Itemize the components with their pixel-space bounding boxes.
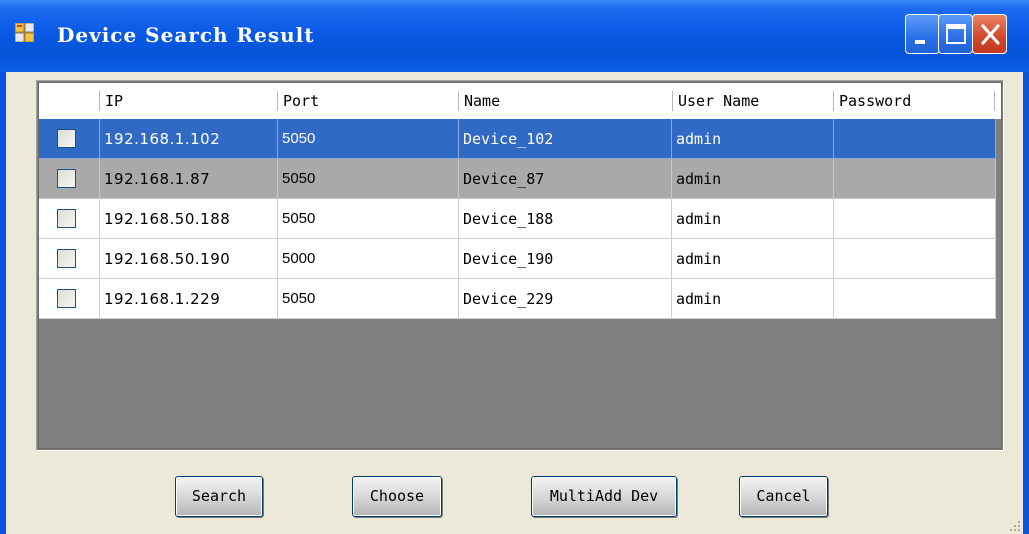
row-checkbox[interactable] xyxy=(57,249,76,268)
row-check-cell xyxy=(39,159,100,199)
name-cell: Device_87 xyxy=(459,159,672,199)
ip-cell: 192.168.1.102 xyxy=(100,119,278,159)
maximize-icon xyxy=(946,24,966,44)
row-checkbox[interactable] xyxy=(57,129,76,148)
column-header-user-name[interactable]: User Name xyxy=(672,83,832,119)
column-header-port[interactable]: Port xyxy=(277,83,458,119)
port-cell: 5050 xyxy=(278,199,459,239)
table-row[interactable]: 192.168.1.229 5050 Device_229 admin xyxy=(39,279,1001,319)
password-cell[interactable] xyxy=(834,199,996,239)
resize-grip-icon[interactable] xyxy=(1007,518,1021,532)
row-check-cell xyxy=(39,119,100,159)
choose-button[interactable]: Choose xyxy=(352,476,442,517)
minimize-button[interactable] xyxy=(905,14,940,54)
multiadd-dev-button[interactable]: MultiAdd Dev xyxy=(531,476,677,517)
table-row[interactable]: 192.168.1.87 5050 Device_87 admin xyxy=(39,159,1001,199)
device-grid-area: IP Port Name User Name Password 192.168.… xyxy=(38,82,1002,449)
name-cell: Device_188 xyxy=(459,199,672,239)
name-cell: Device_190 xyxy=(459,239,672,279)
password-cell[interactable] xyxy=(834,239,996,279)
close-icon xyxy=(981,24,1000,45)
cancel-button[interactable]: Cancel xyxy=(739,476,828,517)
row-check-cell xyxy=(39,279,100,319)
column-header-password[interactable]: Password xyxy=(833,83,993,119)
table-row[interactable]: 192.168.50.188 5050 Device_188 admin xyxy=(39,199,1001,239)
password-cell[interactable] xyxy=(834,159,996,199)
column-header-name[interactable]: Name xyxy=(458,83,670,119)
ip-cell: 192.168.50.190 xyxy=(100,239,278,279)
row-checkbox[interactable] xyxy=(57,289,76,308)
device-search-window: Device Search Result IP Port Name User N… xyxy=(0,0,1029,534)
name-cell: Device_102 xyxy=(459,119,672,159)
row-checkbox[interactable] xyxy=(57,169,76,188)
row-check-cell xyxy=(39,239,100,279)
maximize-button[interactable] xyxy=(938,14,973,54)
table-row[interactable]: 192.168.1.102 5050 Device_102 admin xyxy=(39,119,1001,159)
port-cell: 5050 xyxy=(278,279,459,319)
title-bar[interactable]: Device Search Result xyxy=(0,0,1029,72)
port-cell: 5000 xyxy=(278,239,459,279)
password-cell[interactable] xyxy=(834,279,996,319)
ip-cell: 192.168.1.229 xyxy=(100,279,278,319)
header-separator xyxy=(994,91,995,111)
window-title: Device Search Result xyxy=(57,23,315,47)
row-check-cell xyxy=(39,199,100,239)
user-name-cell: admin xyxy=(672,199,834,239)
port-cell: 5050 xyxy=(278,159,459,199)
row-checkbox[interactable] xyxy=(57,209,76,228)
table-row[interactable]: 192.168.50.190 5000 Device_190 admin xyxy=(39,239,1001,279)
ip-cell: 192.168.50.188 xyxy=(100,199,278,239)
port-cell: 5050 xyxy=(278,119,459,159)
search-button[interactable]: Search xyxy=(175,476,263,517)
column-header-ip[interactable]: IP xyxy=(99,83,276,119)
user-name-cell: admin xyxy=(672,119,834,159)
name-cell: Device_229 xyxy=(459,279,672,319)
close-button[interactable] xyxy=(972,14,1007,54)
ip-cell: 192.168.1.87 xyxy=(100,159,278,199)
user-name-cell: admin xyxy=(672,159,834,199)
device-grid[interactable]: IP Port Name User Name Password 192.168.… xyxy=(36,80,1004,451)
user-name-cell: admin xyxy=(672,239,834,279)
dialog-body: IP Port Name User Name Password 192.168.… xyxy=(6,72,1023,534)
user-name-cell: admin xyxy=(672,279,834,319)
minimize-icon xyxy=(915,40,925,44)
grid-header: IP Port Name User Name Password xyxy=(39,83,1001,119)
password-cell[interactable] xyxy=(834,119,996,159)
app-grid-icon xyxy=(15,23,34,42)
